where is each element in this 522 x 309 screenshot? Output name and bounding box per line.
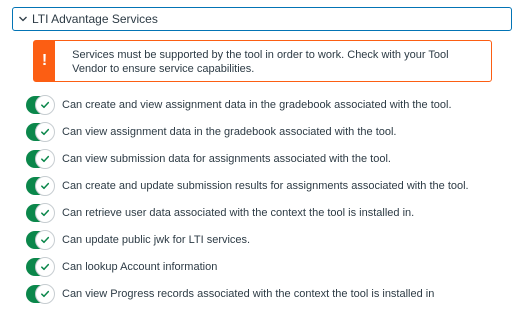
section-title: LTI Advantage Services <box>32 12 158 26</box>
checkmark-icon <box>35 256 55 277</box>
permission-toggle[interactable] <box>26 256 55 277</box>
permission-label: Can create and update submission results… <box>62 179 469 192</box>
checkmark-icon <box>35 148 55 169</box>
warning-alert: ! Services must be supported by the tool… <box>33 40 492 82</box>
permission-row: Can view submission data for assignments… <box>26 145 516 172</box>
permission-toggle[interactable] <box>26 148 55 169</box>
alert-message: Services must be supported by the tool i… <box>72 49 449 75</box>
checkmark-icon <box>35 94 55 115</box>
permission-label: Can lookup Account information <box>62 260 218 273</box>
lti-advantage-services-toggle[interactable]: LTI Advantage Services <box>12 7 512 31</box>
permission-label: Can create and view assignment data in t… <box>62 98 452 111</box>
permission-row: Can create and update submission results… <box>26 172 516 199</box>
chevron-down-icon <box>16 12 30 26</box>
permission-toggle[interactable] <box>26 229 55 250</box>
permission-row: Can create and view assignment data in t… <box>26 91 516 118</box>
permission-row: Can update public jwk for LTI services. <box>26 226 516 253</box>
permission-toggle[interactable] <box>26 283 55 304</box>
permission-toggle[interactable] <box>26 121 55 142</box>
permission-toggle[interactable] <box>26 175 55 196</box>
permission-toggle[interactable] <box>26 202 55 223</box>
warning-icon: ! <box>34 41 56 81</box>
checkmark-icon <box>35 283 55 304</box>
checkmark-icon <box>35 121 55 142</box>
permission-label: Can view assignment data in the gradeboo… <box>62 125 397 138</box>
permission-label: Can view submission data for assignments… <box>62 152 391 165</box>
checkmark-icon <box>35 202 55 223</box>
permission-label: Can update public jwk for LTI services. <box>62 233 251 246</box>
checkmark-icon <box>35 229 55 250</box>
permission-row: Can view assignment data in the gradeboo… <box>26 118 516 145</box>
permission-list: Can create and view assignment data in t… <box>26 91 516 307</box>
permission-toggle[interactable] <box>26 94 55 115</box>
permission-row: Can view Progress records associated wit… <box>26 280 516 307</box>
permission-label: Can retrieve user data associated with t… <box>62 206 415 219</box>
checkmark-icon <box>35 175 55 196</box>
permission-row: Can lookup Account information <box>26 253 516 280</box>
permission-label: Can view Progress records associated wit… <box>62 287 435 300</box>
permission-row: Can retrieve user data associated with t… <box>26 199 516 226</box>
